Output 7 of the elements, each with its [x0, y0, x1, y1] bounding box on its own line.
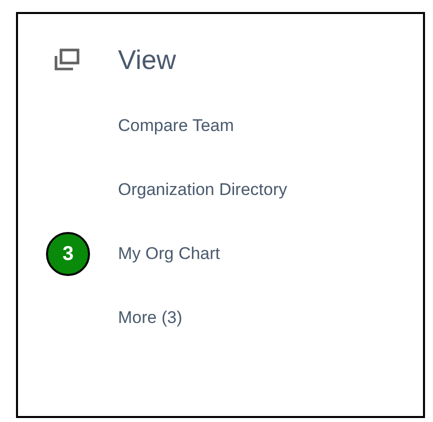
menu-item[interactable]: More (3) [118, 305, 182, 331]
menu-item[interactable]: Compare Team [118, 113, 234, 139]
windows-icon [54, 48, 80, 72]
callout-badge: 3 [46, 232, 90, 276]
menu-item[interactable]: My Org Chart [118, 241, 220, 267]
menu-item[interactable]: Organization Directory [118, 177, 288, 203]
menu-title: View [118, 44, 176, 77]
